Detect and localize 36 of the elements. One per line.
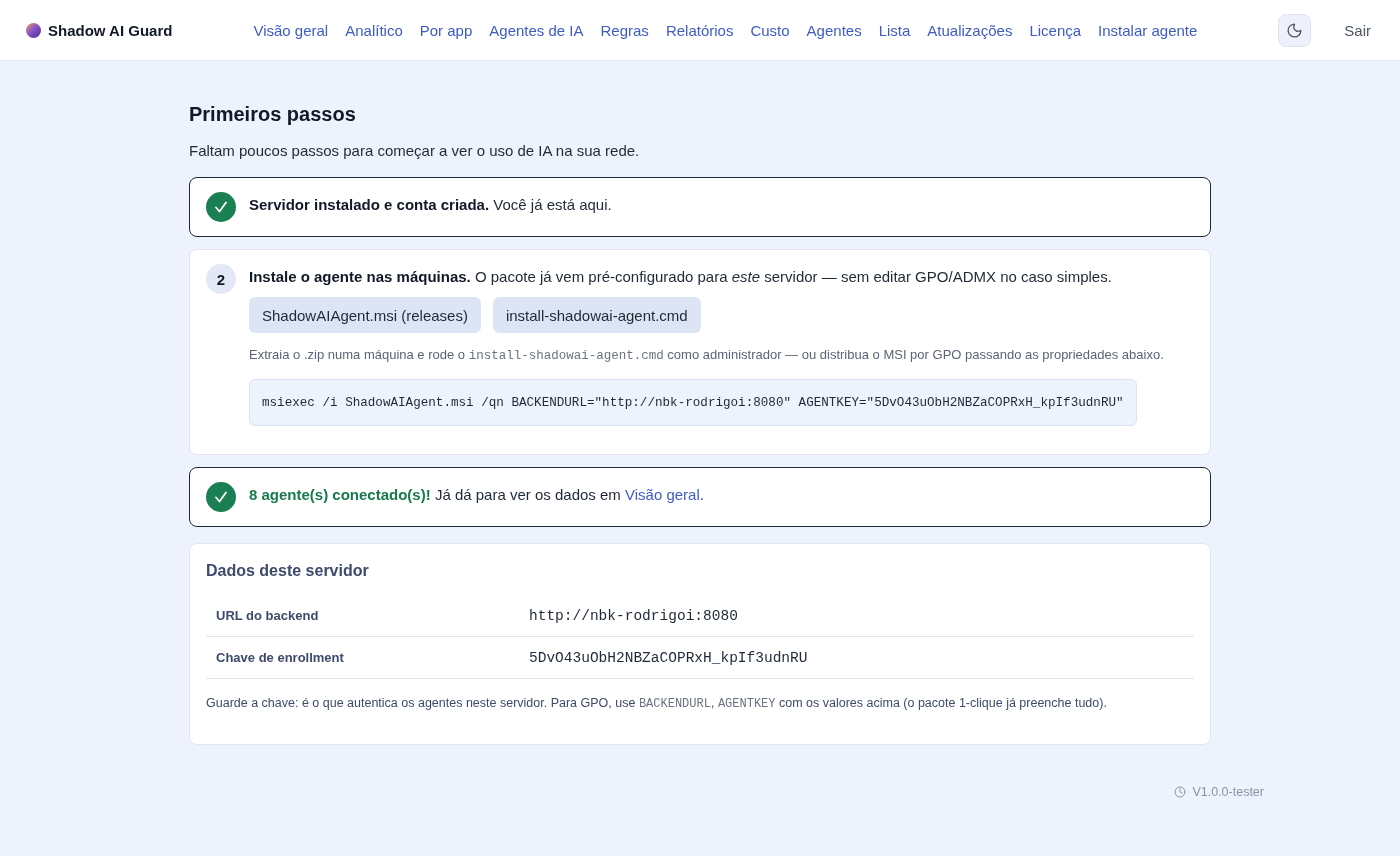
moon-icon bbox=[1286, 21, 1304, 39]
nav-link[interactable]: Relatórios bbox=[665, 21, 734, 39]
version-label: V1.0.0-tester bbox=[1192, 785, 1264, 799]
brand-name: Shadow AI Guard bbox=[48, 21, 173, 39]
nav-link[interactable]: Instalar agente bbox=[1098, 21, 1198, 39]
card-title: Dados deste servidor bbox=[206, 561, 370, 581]
nav-link[interactable]: Agentes de IA bbox=[489, 21, 584, 39]
step-text: Servidor instalado e conta criada. Você já está aqui. bbox=[249, 195, 612, 215]
overview-link[interactable]: Visão geral bbox=[625, 486, 700, 503]
theme-toggle-button[interactable] bbox=[1278, 13, 1312, 47]
logout-button[interactable]: Sair bbox=[1344, 21, 1371, 39]
clock-icon bbox=[1174, 786, 1187, 798]
nav-link[interactable]: Por app bbox=[419, 21, 473, 39]
page-title: Primeiros passos bbox=[189, 102, 357, 127]
nav-link[interactable]: Licença bbox=[1029, 21, 1082, 39]
step-text: Instale o agente nas máquinas. O pacote já vem pré-configurado para este servidor — sem editar GPO/ADMX no caso simples. bbox=[249, 267, 1112, 287]
field-value: 5DvO43uObH2NBZaCOPRxH_kpIf3udnRU bbox=[529, 649, 808, 666]
command-block: msiexec /i ShadowAIAgent.msi /qn BACKENDURL="http://nbk-rodrigoi:8080" AGENTKEY="5DvO43uObH2NBZaCOPRxH_kpIf3udnRU" bbox=[249, 379, 1137, 426]
download-button[interactable]: ShadowAIAgent.msi (releases) bbox=[249, 297, 481, 333]
server-note: Guarde a chave: é o que autentica os agentes neste servidor. Para GPO, use BACKENDURL, AGENTKEY com os valores acima (o pacote 1-clique já preenche tudo). bbox=[206, 695, 1108, 713]
download-button[interactable]: install-shadowai-agent.cmd bbox=[492, 297, 701, 333]
nav-link[interactable]: Lista bbox=[878, 21, 911, 39]
nav-link[interactable]: Analítico bbox=[345, 21, 403, 39]
nav-link[interactable]: Custo bbox=[750, 21, 790, 39]
nav-link[interactable]: Visão geral bbox=[253, 21, 329, 39]
field-label: Chave de enrollment bbox=[215, 650, 344, 665]
nav-link[interactable]: Agentes bbox=[806, 21, 862, 39]
nav-link[interactable]: Regras bbox=[600, 21, 649, 39]
step-number: 2 bbox=[206, 264, 236, 294]
page-subtitle: Faltam poucos passos para começar a ver o uso de IA na sua rede. bbox=[189, 141, 641, 161]
step-text: 8 agente(s) conectado(s)! Já dá para ver os dados em Visão geral. bbox=[249, 485, 704, 505]
field-label: URL do backend bbox=[215, 608, 319, 623]
field-value: http://nbk-rodrigoi:8080 bbox=[529, 607, 738, 624]
nav-link[interactable]: Atualizações bbox=[927, 21, 1013, 39]
install-note: Extraia o .zip numa máquina e rode o install-shadowai-agent.cmd como administrador — ou distribua o MSI por GPO passando as propriedades abaixo. bbox=[249, 346, 1164, 365]
logo-icon bbox=[26, 22, 41, 38]
